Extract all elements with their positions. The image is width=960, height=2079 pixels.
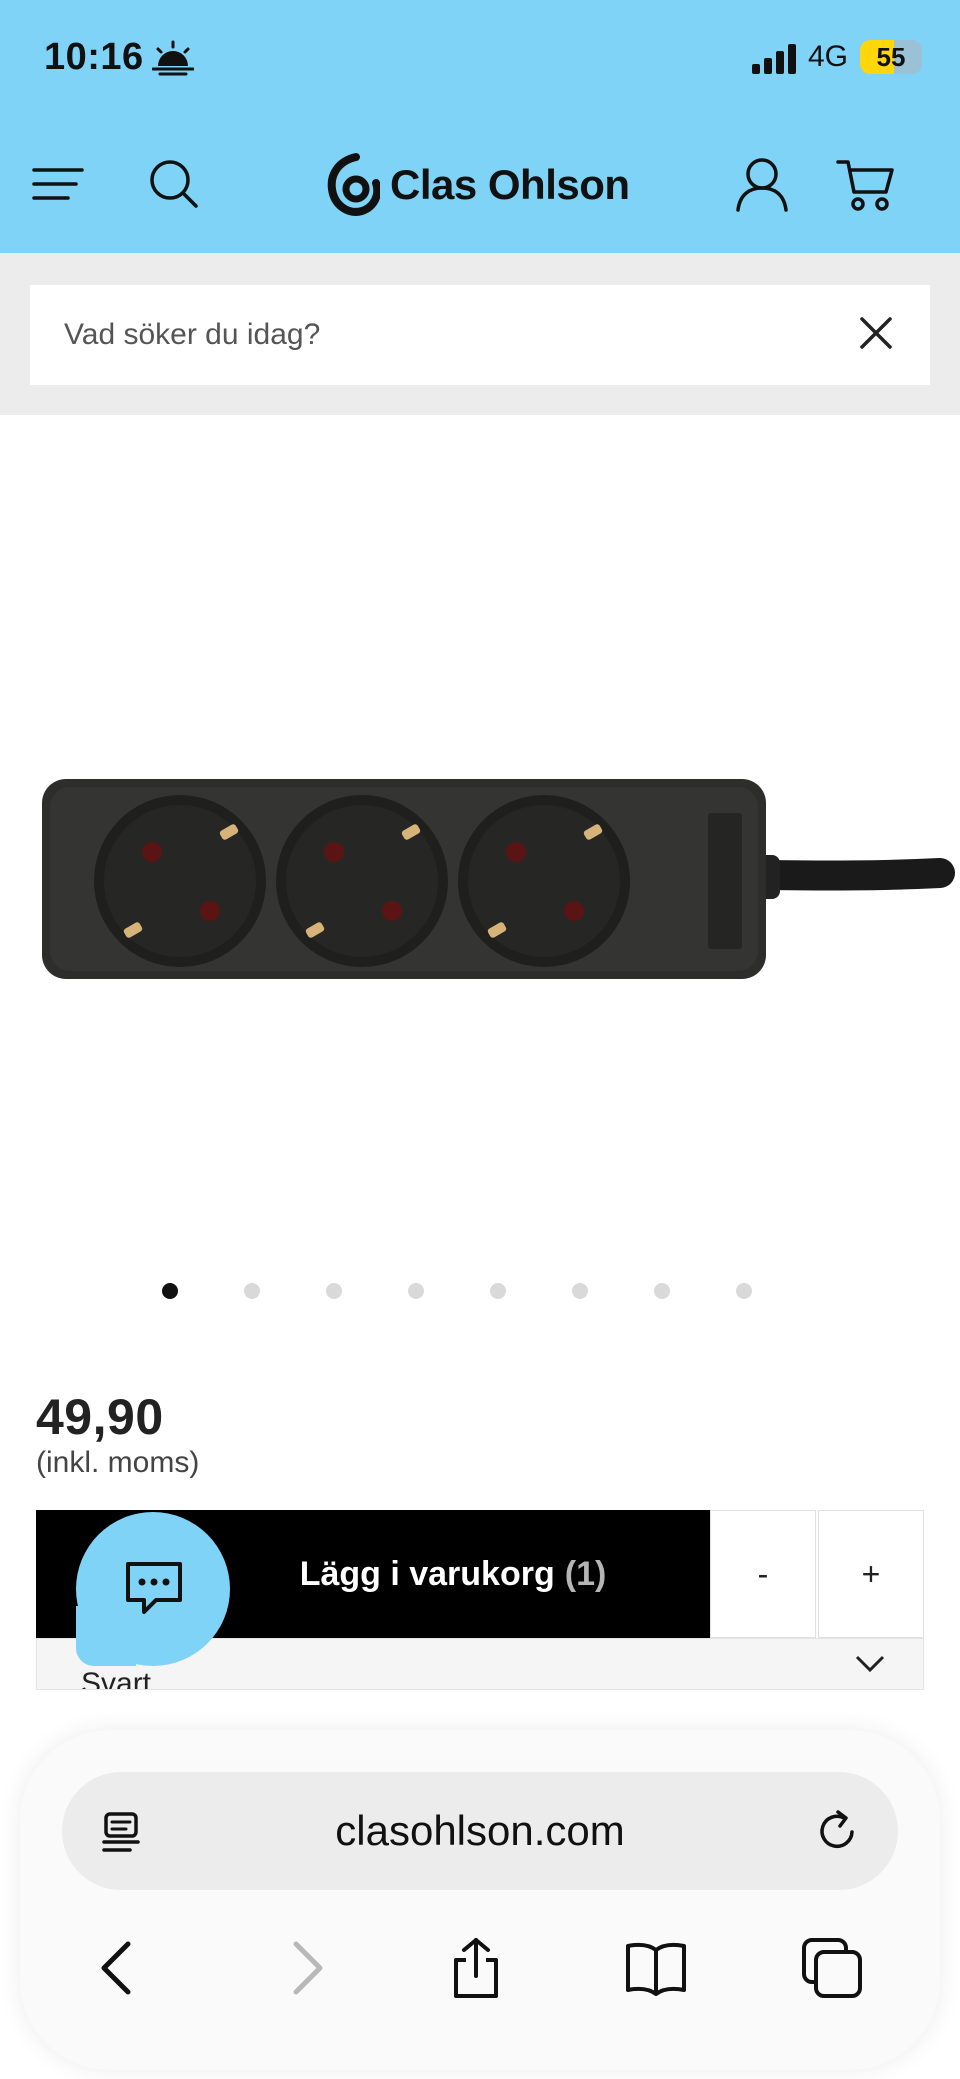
back-icon[interactable] — [88, 1936, 152, 2000]
carousel-dot[interactable] — [654, 1283, 670, 1299]
bookmarks-icon[interactable] — [624, 1936, 688, 2000]
browser-toolbar: clasohlson.com — [20, 1730, 940, 2070]
carousel-dot[interactable] — [572, 1283, 588, 1299]
share-icon[interactable] — [444, 1936, 508, 2000]
signal-icon — [752, 44, 796, 74]
carousel-dot[interactable] — [736, 1283, 752, 1299]
carousel-dot[interactable] — [326, 1283, 342, 1299]
price-vat-note: (inkl. moms) — [36, 1446, 200, 1479]
status-bar: 10:16 4G 55 — [0, 0, 960, 120]
carousel-dot[interactable] — [490, 1283, 506, 1299]
power-strip-image — [42, 779, 955, 979]
top-area: 10:16 4G 55 Clas Ohlson — [0, 0, 960, 253]
battery-percent: 55 — [876, 42, 906, 72]
chat-icon — [126, 1562, 182, 1614]
chat-button[interactable] — [76, 1512, 230, 1666]
product-image[interactable] — [0, 415, 960, 1255]
brand-name: Clas Ohlson — [390, 161, 630, 208]
product-price: 49,90 — [36, 1389, 164, 1445]
sunrise-icon — [152, 40, 194, 76]
carousel-dot[interactable] — [244, 1283, 260, 1299]
image-carousel-dots — [0, 1283, 960, 1313]
forward-icon[interactable] — [272, 1936, 336, 2000]
chevron-down-icon — [855, 1655, 885, 1673]
logo-mark-icon — [327, 153, 380, 216]
quantity-increase-button[interactable]: + — [818, 1510, 924, 1638]
carousel-dot[interactable] — [408, 1283, 424, 1299]
close-icon[interactable] — [856, 313, 896, 353]
status-time: 10:16 — [44, 36, 144, 78]
user-icon[interactable] — [732, 154, 792, 214]
battery-indicator: 55 — [860, 40, 922, 74]
variant-value: Svart — [81, 1667, 152, 1690]
quantity-decrease-button[interactable]: - — [710, 1510, 816, 1638]
url-text: clasohlson.com — [335, 1807, 625, 1854]
search-section — [0, 253, 960, 415]
address-bar[interactable]: clasohlson.com — [62, 1772, 898, 1890]
cart-icon[interactable] — [836, 154, 896, 214]
tabs-icon[interactable] — [800, 1936, 864, 2000]
brand-logo[interactable]: Clas Ohlson — [326, 150, 630, 220]
carousel-dot[interactable] — [162, 1283, 178, 1299]
search-icon[interactable] — [144, 154, 204, 214]
network-label: 4G — [808, 40, 849, 73]
add-to-cart-label: Lägg i varukorg — [299, 1554, 555, 1593]
menu-icon[interactable] — [30, 154, 90, 214]
search-input[interactable] — [64, 313, 824, 357]
site-header: Clas Ohlson — [0, 120, 960, 253]
search-box[interactable] — [30, 285, 930, 385]
reload-icon[interactable] — [814, 1808, 860, 1854]
add-to-cart-count: (1) — [564, 1554, 607, 1593]
